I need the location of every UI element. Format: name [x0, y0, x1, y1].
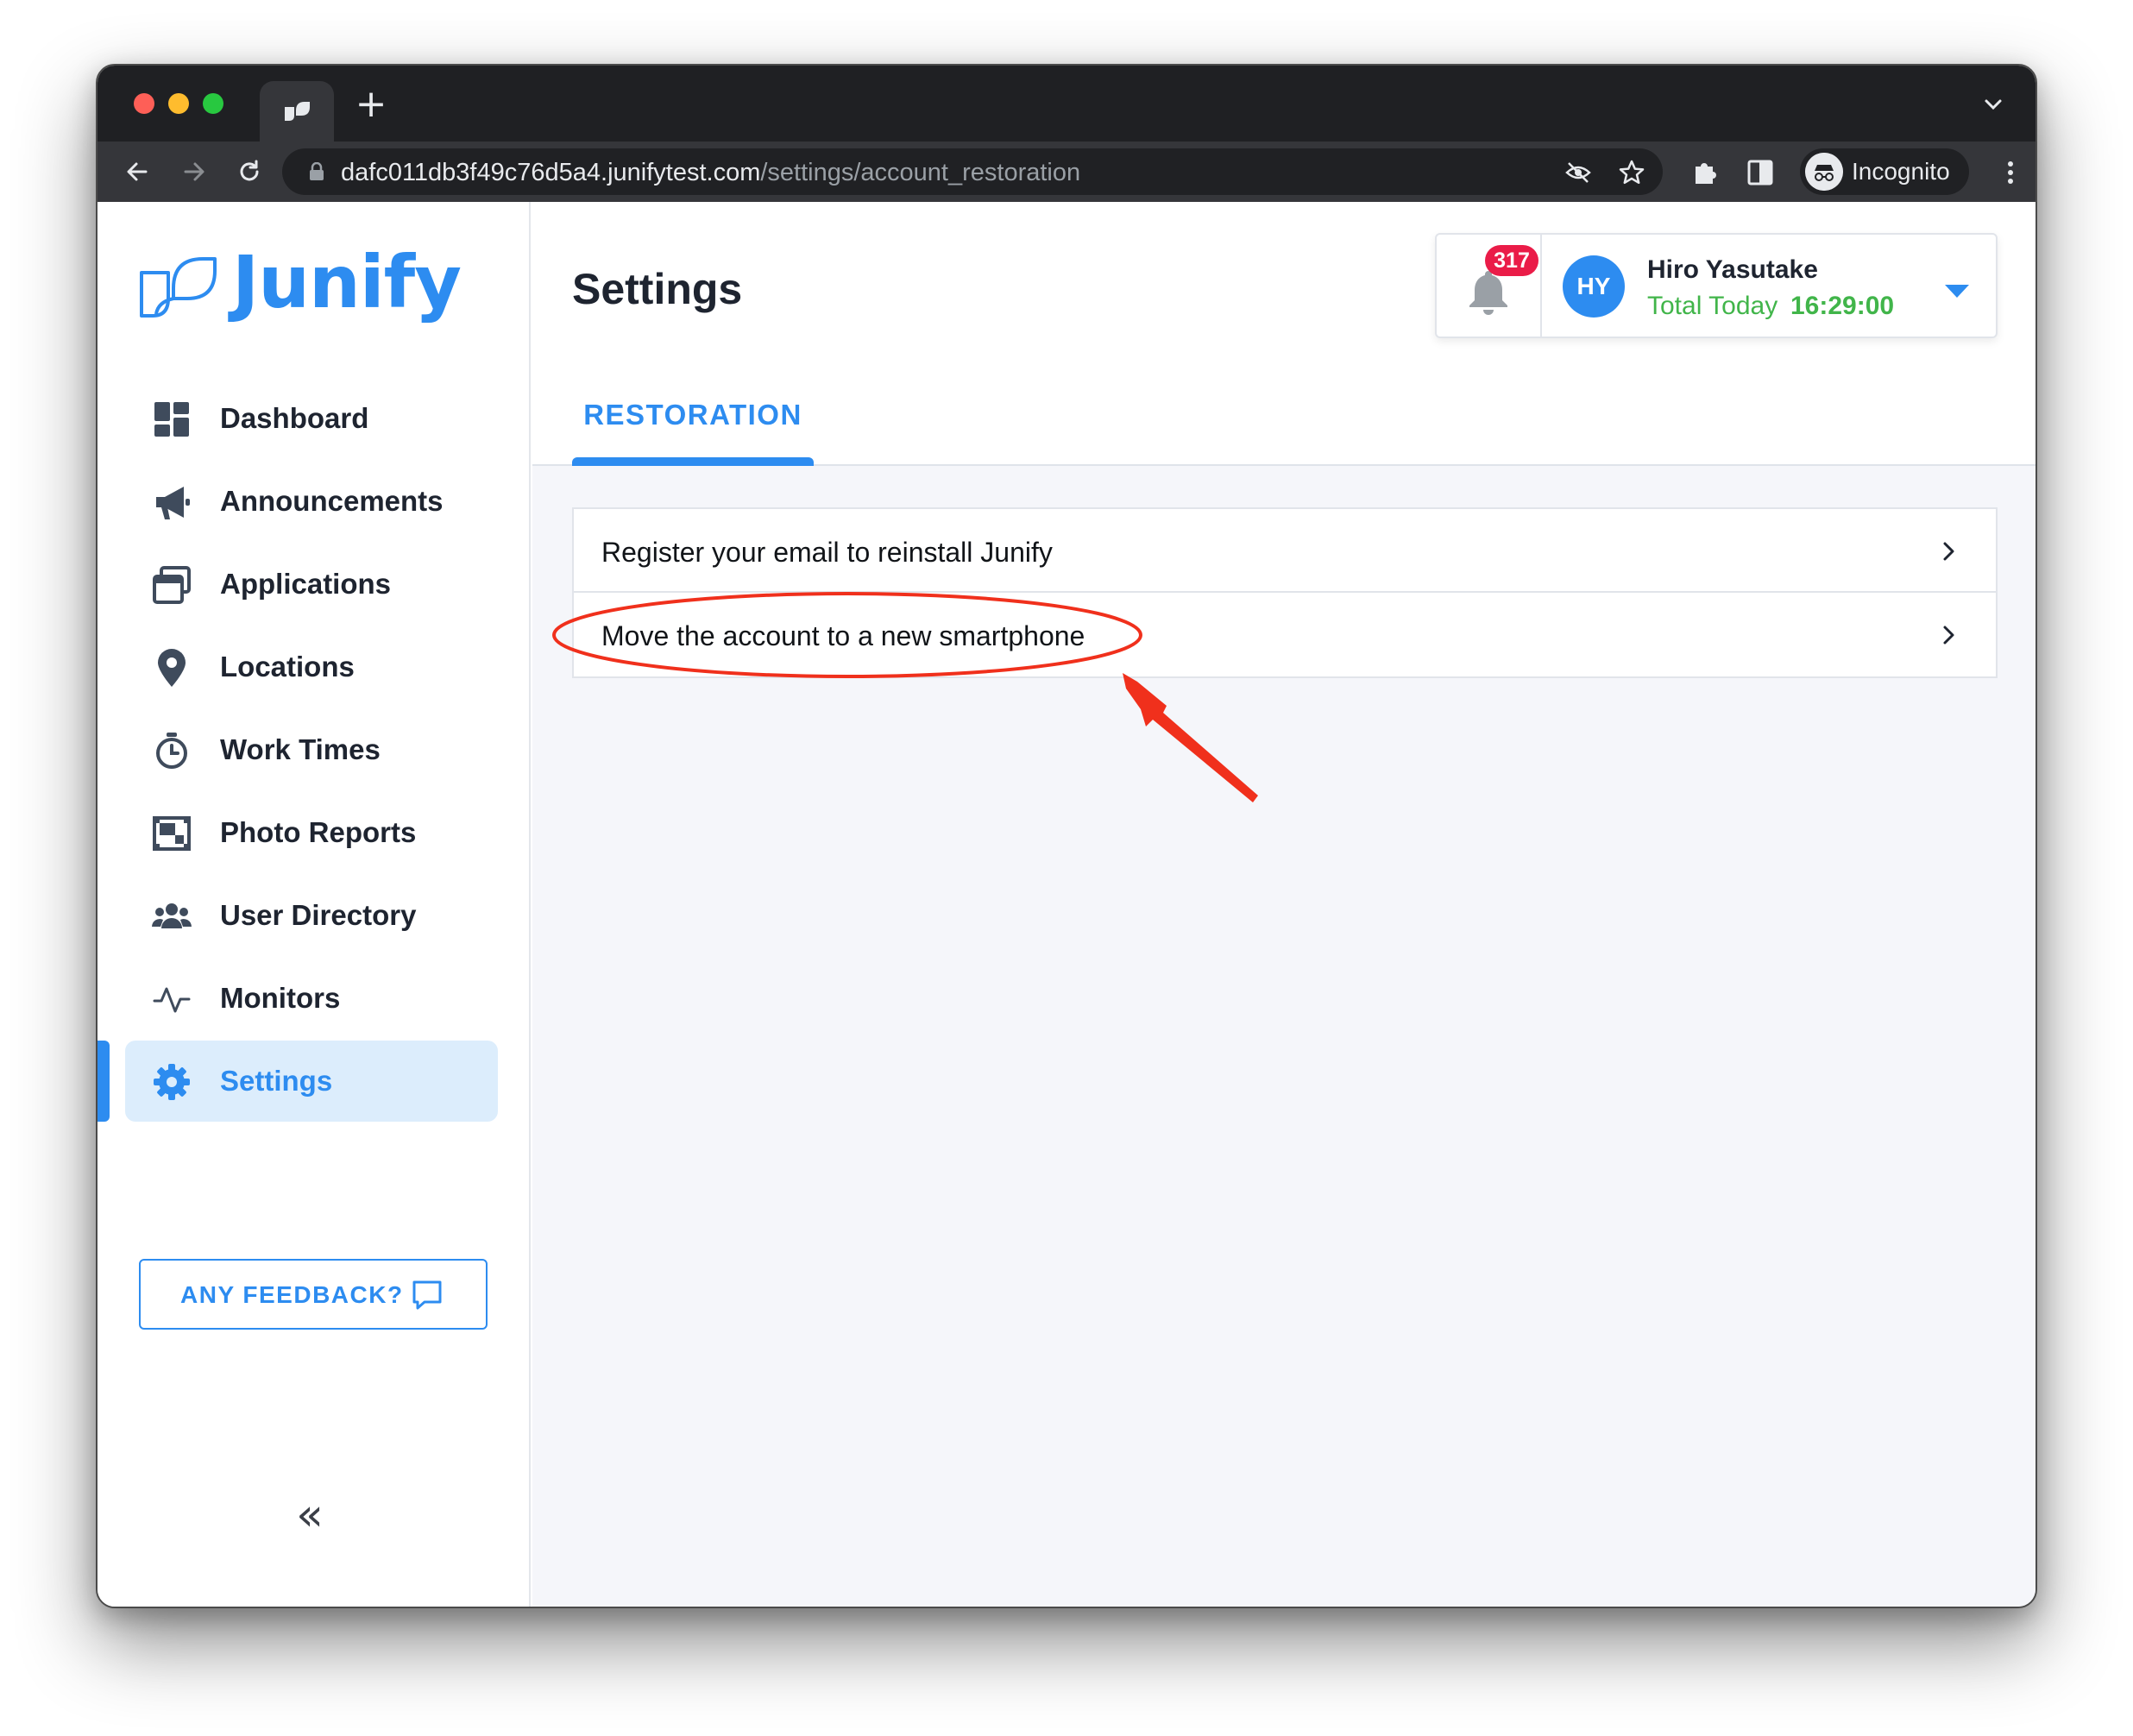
option-move-account[interactable]: Move the account to a new smartphone [574, 593, 1996, 676]
sidebar: Junify Dashboard Announcements Applicati… [98, 202, 531, 1607]
forward-arrow-icon[interactable] [179, 156, 210, 187]
chevron-right-icon [1943, 542, 1954, 561]
incognito-label: Incognito [1852, 158, 1950, 185]
url-host: dafc011db3f49c76d5a4.junifytest.com [341, 159, 761, 186]
sidebar-item-applications[interactable]: Applications [125, 544, 498, 625]
reload-icon[interactable] [234, 156, 265, 187]
tab-search-chevron-icon[interactable] [1980, 91, 2006, 117]
photo-frame-icon [153, 816, 191, 851]
new-tab-button[interactable]: + [349, 83, 393, 126]
users-icon [152, 903, 192, 928]
chat-bubble-icon [412, 1280, 442, 1310]
windows-icon [153, 566, 191, 604]
active-nav-indicator [98, 1041, 110, 1122]
sidebar-item-locations[interactable]: Locations [125, 626, 498, 708]
browser-menu-kebab-icon[interactable] [1996, 158, 2025, 187]
map-pin-icon [158, 649, 186, 687]
user-name: Hiro Yasutake [1647, 255, 1818, 284]
browser-tab[interactable] [260, 81, 334, 142]
sidebar-item-label: Locations [220, 651, 355, 682]
address-bar[interactable]: dafc011db3f49c76d5a4.junifytest.com/sett… [282, 148, 1663, 195]
sidebar-item-label: Settings [220, 1065, 333, 1097]
megaphone-icon [156, 487, 190, 519]
sidebar-item-user-directory[interactable]: User Directory [125, 875, 498, 956]
url-path: /settings/account_restoration [760, 159, 1081, 186]
sidebar-item-label: Photo Reports [220, 816, 417, 848]
extensions-puzzle-icon[interactable] [1690, 158, 1720, 187]
collapse-sidebar-button[interactable]: « [289, 1493, 330, 1538]
lock-icon [310, 162, 324, 180]
sidebar-item-dashboard[interactable]: Dashboard [125, 378, 498, 459]
minimize-window-button[interactable] [168, 93, 189, 114]
avatar[interactable]: HY [1563, 255, 1625, 318]
url-text: dafc011db3f49c76d5a4.junifytest.com/sett… [341, 159, 1080, 186]
sidebar-item-settings[interactable]: Settings [125, 1041, 498, 1122]
zoom-window-button[interactable] [203, 93, 223, 114]
sidebar-item-photo-reports[interactable]: Photo Reports [125, 792, 498, 873]
pulse-icon [153, 987, 191, 1013]
notifications-button[interactable]: 317 [1437, 235, 1542, 337]
option-register-email[interactable]: Register your email to reinstall Junify [574, 509, 1996, 593]
sidebar-item-label: User Directory [220, 899, 417, 931]
user-card: 317 HY Hiro Yasutake Total Today 16:29:0… [1435, 233, 1998, 338]
feedback-button[interactable]: ANY FEEDBACK? [139, 1259, 488, 1330]
sidebar-item-announcements[interactable]: Announcements [125, 461, 498, 542]
back-arrow-icon[interactable] [122, 156, 153, 187]
active-tab-underline [572, 457, 814, 466]
feedback-label: ANY FEEDBACK? [180, 1281, 404, 1308]
sidebar-item-label: Monitors [220, 982, 341, 1014]
restoration-options-list: Register your email to reinstall Junify … [572, 507, 1998, 678]
bookmark-star-icon[interactable] [1618, 159, 1645, 186]
sidebar-item-label: Work Times [220, 733, 381, 765]
incognito-indicator[interactable]: Incognito [1800, 148, 1969, 195]
junify-logo[interactable]: Junify [139, 240, 462, 324]
total-today-value: 16:29:00 [1790, 292, 1895, 320]
browser-title-bar: + [98, 66, 2035, 142]
junify-app: Junify Dashboard Announcements Applicati… [98, 202, 2035, 1607]
main-header: Settings RESTORATION 317 HY Hiro Yasutak [532, 202, 2035, 466]
option-label: Move the account to a new smartphone [601, 620, 1085, 651]
sidebar-item-label: Announcements [220, 485, 444, 517]
stopwatch-icon [156, 733, 187, 769]
incognito-icon [1805, 153, 1843, 191]
tab-restoration[interactable]: RESTORATION [572, 399, 814, 466]
browser-toolbar: dafc011db3f49c76d5a4.junifytest.com/sett… [98, 142, 2035, 202]
total-today-label: Total Today [1647, 292, 1778, 320]
chevron-right-icon [1943, 626, 1954, 645]
junify-favicon-icon [285, 102, 310, 121]
sidebar-item-label: Applications [220, 568, 392, 600]
tab-restoration-label: RESTORATION [583, 399, 802, 431]
browser-window: + dafc011db3f49c76d5a4.junifytest.com/se… [96, 64, 2037, 1608]
junify-leaf-logo-icon [140, 257, 217, 318]
sidebar-item-work-times[interactable]: Work Times [125, 709, 498, 790]
notification-count-badge: 317 [1485, 245, 1538, 276]
page-title: Settings [572, 265, 743, 313]
main-content: Settings RESTORATION 317 HY Hiro Yasutak [532, 202, 2035, 1607]
sidebar-item-label: Dashboard [220, 402, 369, 434]
junify-wordmark: Junify [232, 240, 462, 324]
option-label: Register your email to reinstall Junify [601, 537, 1053, 568]
gear-icon [154, 1064, 190, 1100]
side-panel-icon[interactable] [1746, 158, 1775, 187]
close-window-button[interactable] [134, 93, 154, 114]
sidebar-item-monitors[interactable]: Monitors [125, 958, 498, 1039]
user-menu-caret-icon[interactable] [1942, 281, 1972, 300]
dashboard-icon [154, 402, 189, 437]
tracking-protection-eye-icon[interactable] [1564, 159, 1592, 186]
